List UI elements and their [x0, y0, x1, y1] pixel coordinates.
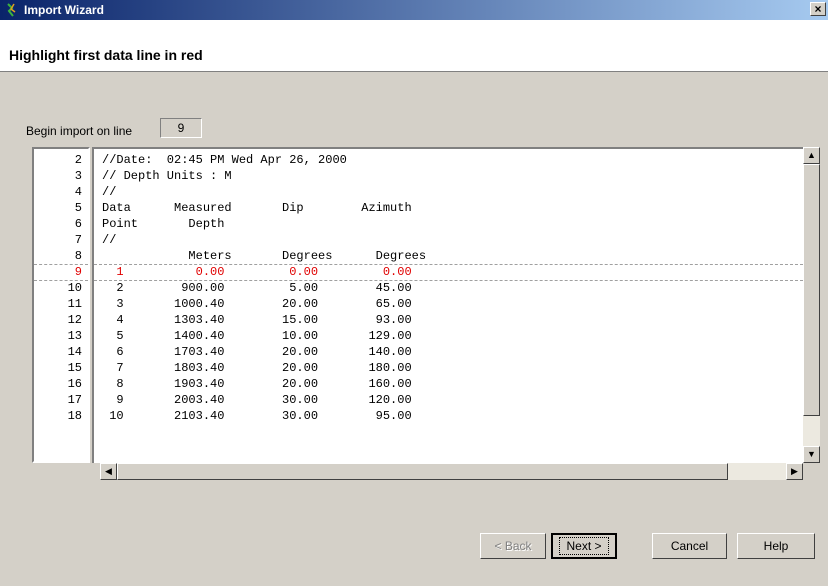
line-number-text: 15: [67, 361, 82, 375]
line-number-text: 10: [67, 281, 82, 295]
line-number-column: 2 3 4 5 6 7 8 9 10 11 12 13 14 15 16 17 18: [32, 147, 90, 463]
file-line[interactable]: 3 1000.40 20.00 65.00: [102, 296, 411, 312]
line-number-text: 9: [74, 265, 82, 279]
arrow-up-icon: ▲: [807, 150, 816, 160]
file-line[interactable]: 4 1303.40 15.00 93.00: [102, 312, 411, 328]
close-icon: ×: [814, 2, 822, 16]
line-number-text: 11: [67, 297, 82, 311]
file-line[interactable]: 5 1400.40 10.00 129.00: [102, 328, 411, 344]
horizontal-scrollbar[interactable]: ◀ ▶: [100, 463, 803, 480]
highlight-divider: [34, 264, 88, 265]
next-button-label: Next >: [559, 537, 609, 555]
highlight-divider: [94, 264, 803, 265]
horizontal-scroll-thumb[interactable]: [117, 463, 728, 480]
cancel-button[interactable]: Cancel: [652, 533, 727, 559]
page-title: Highlight first data line in red: [9, 47, 203, 63]
file-line[interactable]: Meters Degrees Degrees: [102, 248, 426, 264]
line-number: 6: [34, 216, 88, 232]
line-number-text: 2: [74, 153, 82, 167]
scroll-left-button[interactable]: ◀: [100, 463, 117, 480]
scroll-up-button[interactable]: ▲: [803, 147, 820, 164]
help-button[interactable]: Help: [737, 533, 815, 559]
line-number-text: 18: [67, 409, 82, 423]
file-line[interactable]: 10 2103.40 30.00 95.00: [102, 408, 411, 424]
line-number-text: 4: [74, 185, 82, 199]
line-number-text: 13: [67, 329, 82, 343]
file-preview-panel[interactable]: //Date: 02:45 PM Wed Apr 26, 2000// Dept…: [92, 147, 803, 463]
scroll-right-button[interactable]: ▶: [786, 463, 803, 480]
file-line[interactable]: 9 2003.40 30.00 120.00: [102, 392, 411, 408]
line-number-text: 14: [67, 345, 82, 359]
window-title: Import Wizard: [24, 3, 104, 17]
line-number: 5: [34, 200, 88, 216]
close-button[interactable]: ×: [810, 2, 826, 16]
line-number: 14: [34, 344, 88, 360]
arrow-down-icon: ▼: [807, 449, 816, 459]
line-number: 11: [34, 296, 88, 312]
wizard-header: Highlight first data line in red: [0, 20, 828, 72]
line-number: 10: [34, 280, 88, 296]
file-line[interactable]: 7 1803.40 20.00 180.00: [102, 360, 411, 376]
line-number-text: 16: [67, 377, 82, 391]
line-number-text: 8: [74, 249, 82, 263]
line-number: 7: [34, 232, 88, 248]
line-number-text: 7: [74, 233, 82, 247]
line-number-text: 17: [67, 393, 82, 407]
begin-import-label: Begin import on line: [26, 124, 133, 138]
arrow-left-icon: ◀: [105, 466, 112, 476]
file-line[interactable]: //: [102, 184, 116, 200]
line-number-text: 6: [74, 217, 82, 231]
line-number-text: 5: [74, 201, 82, 215]
highlighted-data-line[interactable]: 1 0.00 0.00 0.00: [102, 264, 411, 280]
line-number: 9: [34, 264, 88, 280]
line-number-text: 3: [74, 169, 82, 183]
line-number: 13: [34, 328, 88, 344]
line-number-text: 12: [67, 313, 82, 327]
vertical-scroll-thumb[interactable]: [803, 164, 820, 416]
vertical-scrollbar[interactable]: ▲ ▼: [803, 147, 820, 463]
file-line[interactable]: Data Measured Dip Azimuth: [102, 200, 412, 216]
app-icon: [7, 3, 16, 17]
line-number: 12: [34, 312, 88, 328]
line-number: 3: [34, 168, 88, 184]
line-number: 2: [34, 152, 88, 168]
begin-import-line-field[interactable]: 9: [160, 118, 202, 138]
line-number: 18: [34, 408, 88, 424]
file-line[interactable]: 6 1703.40 20.00 140.00: [102, 344, 411, 360]
line-number: 16: [34, 376, 88, 392]
file-line[interactable]: // Depth Units : M: [102, 168, 232, 184]
line-number: 8: [34, 248, 88, 264]
scroll-down-button[interactable]: ▼: [803, 446, 820, 463]
title-bar: Import Wizard ×: [0, 0, 828, 20]
next-button[interactable]: Next >: [551, 533, 617, 559]
file-line[interactable]: Point Depth: [102, 216, 224, 232]
file-line[interactable]: 8 1903.40 20.00 160.00: [102, 376, 411, 392]
line-number: 15: [34, 360, 88, 376]
file-line[interactable]: //Date: 02:45 PM Wed Apr 26, 2000: [102, 152, 347, 168]
line-number: 4: [34, 184, 88, 200]
back-button[interactable]: < Back: [480, 533, 546, 559]
line-number: 17: [34, 392, 88, 408]
file-line[interactable]: 2 900.00 5.00 45.00: [102, 280, 411, 296]
arrow-right-icon: ▶: [791, 466, 798, 476]
file-line[interactable]: //: [102, 232, 116, 248]
